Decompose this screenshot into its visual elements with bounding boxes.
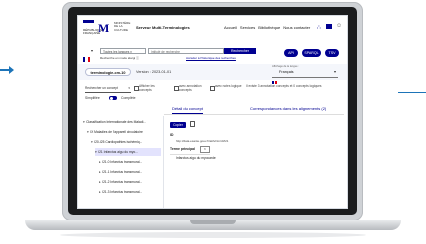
site-header: RÉPUBLIQUE FRANÇAISE M MINISTÈRE DE LA C… [78, 16, 347, 44]
tree-item[interactable]: ▾ IX Maladies de l'appareil circulatoire [87, 128, 161, 136]
rss-icon[interactable]: ∴ [317, 24, 321, 31]
tsv-button[interactable]: TSV [325, 49, 339, 57]
concept-tree: ▾ Classification Internationale des Malad… [81, 116, 164, 208]
advanced-search-link[interactable]: Recherche en mode élargi ⓘ [100, 56, 139, 60]
version-label: Version : 2023-01-01 [136, 70, 172, 74]
laptop-screen: RÉPUBLIQUE FRANÇAISE M MINISTÈRE DE LA C… [77, 15, 348, 209]
tree-item[interactable]: ▸ I21.1 Infarctus transmural... [99, 168, 161, 176]
service-name[interactable]: Serveur Multi-Terminologies [136, 25, 190, 30]
french-flag-icon [272, 71, 277, 84]
tree-item-selected[interactable]: ▾ I21 Infarctus aigu du myo... [95, 148, 161, 156]
display-options: Rechercher un concept ▾ Afficher les con… [78, 82, 347, 104]
tree-item[interactable]: ▸ I21.0 Infarctus transmural... [99, 158, 161, 166]
nav-item-accueil[interactable]: Accueil [224, 25, 237, 30]
tree-item-label: I21 Infarctus aigu du myo... [98, 150, 138, 154]
search-bar: ▾ Toutes les langues ▾ Intitulé de reche… [78, 46, 347, 62]
view-mode-toggle[interactable] [109, 96, 117, 100]
left-connector-arrow [0, 66, 14, 74]
concept-tabs: Détail du concept Correspondances dans l… [164, 104, 344, 115]
annotation-label: avec annotation concepts [179, 84, 202, 92]
chevron-icon: ▾ [83, 120, 85, 124]
tree-item-label: IX Maladies de l'appareil circulatoire [90, 130, 143, 134]
view-simplified-label: Simplifiée [85, 96, 100, 100]
sparql-button[interactable]: SPARQL [302, 49, 321, 57]
chevron-icon: ▾ [91, 140, 93, 144]
tree-item[interactable]: ▸ I21.3 Infarctus transmural... [99, 188, 161, 196]
id-label: ID [170, 133, 174, 137]
language-badge: fr [200, 146, 210, 153]
tree-item[interactable]: ▸ I21.2 Infarctus transmural... [99, 178, 161, 186]
search-history-link[interactable]: Accéder à l'historique des recherches [186, 56, 236, 60]
tree-item-label: I21.1 Infarctus transmural... [102, 170, 143, 174]
chevron-icon: ▸ [99, 190, 101, 194]
nav-item-contact[interactable]: Nous contacter [283, 25, 310, 30]
notes-label: avec notes logique [215, 84, 242, 88]
copy-icon[interactable] [190, 121, 195, 127]
chevron-icon: ▸ [99, 160, 101, 164]
tree-item[interactable]: ▾ I20-I25 Cardiopathies ischémiq... [91, 138, 161, 146]
divider [170, 154, 210, 155]
french-flag-icon[interactable] [83, 49, 90, 62]
display-language-select[interactable]: Affichage de la langue : Français ▾ [272, 65, 338, 84]
ministry-logo-subtitle: MINISTÈRE DE LA CULTURE [114, 21, 131, 32]
copy-button[interactable]: Copier [170, 122, 186, 128]
chevron-icon: ▸ [99, 170, 101, 174]
display-language-value: Français [279, 70, 294, 74]
tab-concept-detail[interactable]: Détail du concept [172, 106, 203, 114]
concept-uri[interactable]: http://data.esante.gouv.fr/atih/cim10/I2… [176, 139, 228, 143]
laptop-shadow [60, 232, 366, 238]
chevron-down-icon: ▾ [128, 86, 130, 90]
display-language-label: Affichage de la langue : [272, 65, 300, 68]
tree-item[interactable]: ▾ Classification Internationale des Malad… [83, 118, 161, 126]
preferred-label-title: Terme principal [170, 147, 195, 151]
republique-label: RÉPUBLIQUE FRANÇAISE [83, 28, 103, 36]
chevron-icon: ▾ [87, 130, 89, 134]
tab-alignments[interactable]: Correspondances dans les alignements (2) [250, 106, 326, 111]
mail-icon[interactable] [326, 24, 332, 29]
nav-item-services[interactable]: Services [240, 25, 255, 30]
nav-item-bibliotheque[interactable]: Bibliothèque [258, 25, 280, 30]
view-complete-label: Complète [121, 96, 136, 100]
language-chevron-icon[interactable]: ▾ [91, 48, 93, 53]
tree-item-label: I20-I25 Cardiopathies ischémiq... [94, 140, 143, 144]
right-connector-line [398, 92, 426, 93]
api-button[interactable]: API [284, 49, 298, 57]
concept-search-select[interactable]: Rechercher un concept ▾ [85, 85, 131, 93]
terminology-tag[interactable]: terminologie-cm-10 [85, 68, 131, 76]
concept-detail-panel: Copier ID http://data.esante.gouv.fr/ati… [166, 116, 346, 208]
chevron-icon: ▸ [99, 180, 101, 184]
concept-search-label: Rechercher un concept [85, 86, 118, 90]
annotation-summary: Il existe 3 annotation concepts et 0 con… [246, 84, 322, 88]
terminology-bar: terminologie-cm-10 Version : 2023-01-01 … [78, 64, 347, 84]
tree-item-label: Classification Internationale des Maladi… [86, 120, 147, 124]
top-navigation: Accueil Services Bibliothèque Nous conta… [224, 25, 310, 30]
tree-item-label: I21.3 Infarctus transmural... [102, 190, 143, 194]
user-icon[interactable]: ☺ [336, 23, 342, 29]
ministry-logo[interactable]: M [98, 21, 109, 36]
chevron-down-icon: ▾ [333, 69, 336, 74]
chevron-icon: ▾ [95, 150, 97, 154]
tree-item-label: I21.0 Infarctus transmural... [102, 160, 143, 164]
search-button[interactable]: Rechercher [224, 48, 256, 54]
preferred-label-value: Infarctus aigu du myocarde [176, 156, 216, 160]
search-input[interactable]: Intitulé de recherche [148, 48, 224, 54]
hierarchy-label: Afficher les concepts [139, 84, 155, 92]
language-scope-select[interactable]: Toutes les langues ▾ [100, 48, 146, 54]
tree-item-label: I21.2 Infarctus transmural... [102, 180, 143, 184]
laptop-base-notch [190, 220, 236, 224]
